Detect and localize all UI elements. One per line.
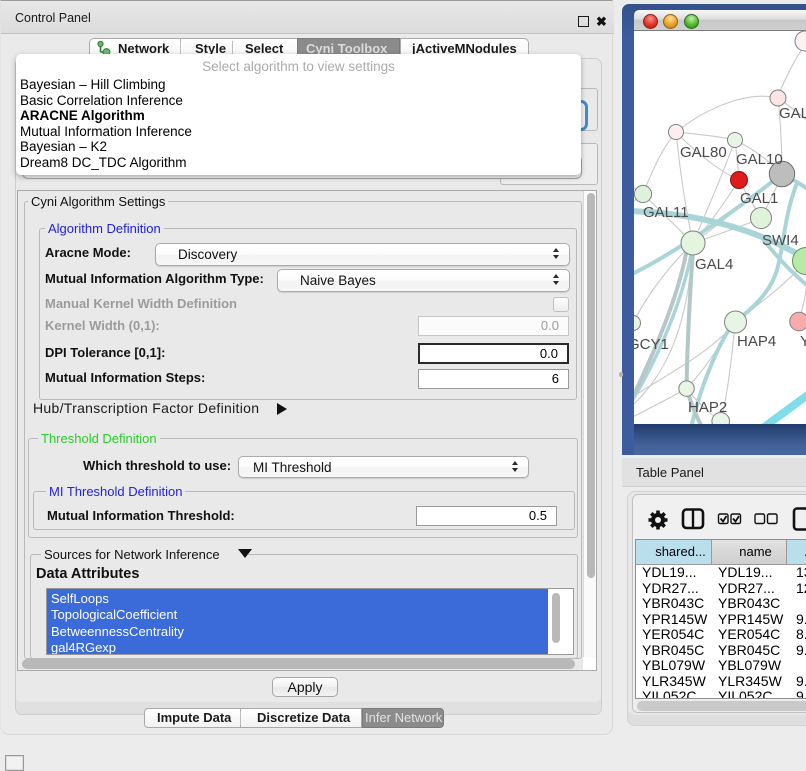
svg-text:GCY1: GCY1 bbox=[634, 336, 669, 353]
svg-text:GAL11: GAL11 bbox=[643, 204, 689, 221]
svg-text:GAL10: GAL10 bbox=[736, 151, 783, 168]
svg-text:GAL7: GAL7 bbox=[779, 105, 806, 122]
svg-text:SWI4: SWI4 bbox=[762, 232, 799, 249]
svg-text:Y: Y bbox=[800, 333, 806, 350]
svg-text:GAL1: GAL1 bbox=[740, 190, 778, 207]
svg-text:GAL80: GAL80 bbox=[680, 144, 727, 161]
svg-text:HAP4: HAP4 bbox=[737, 333, 776, 350]
svg-text:HAP2: HAP2 bbox=[688, 399, 727, 416]
svg-text:GAL4: GAL4 bbox=[695, 256, 733, 273]
